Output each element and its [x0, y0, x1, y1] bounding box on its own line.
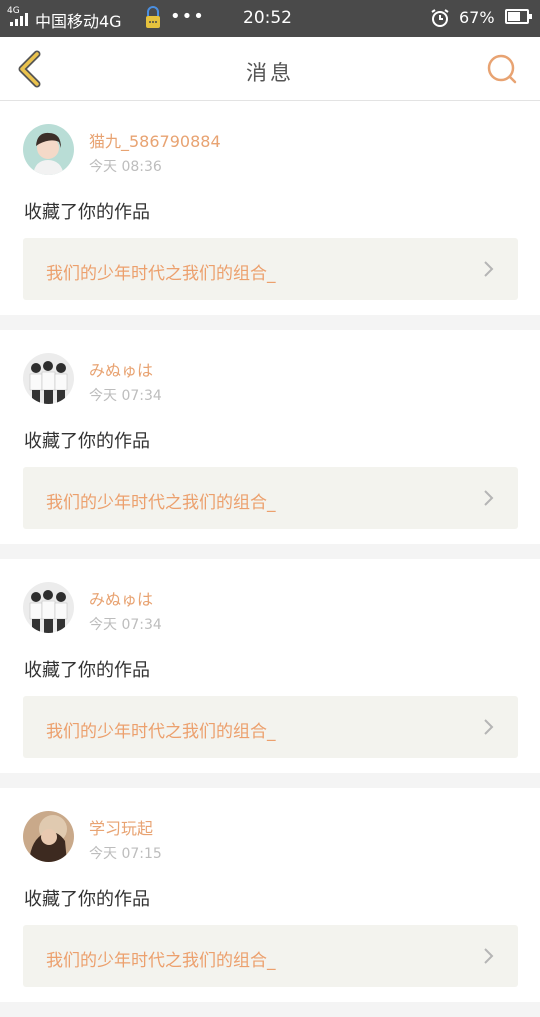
timestamp: 今天 08:36: [89, 159, 162, 175]
avatar[interactable]: [23, 124, 74, 175]
timestamp: 今天 07:34: [89, 617, 162, 633]
message-list: 猫九_586790884 今天 08:36 收藏了你的作品 我们的少年时代之我们…: [0, 101, 540, 1017]
signal-icon: [10, 13, 28, 26]
username[interactable]: 猫九_586790884: [89, 128, 221, 152]
nav-bar: 消息: [0, 37, 540, 101]
avatar[interactable]: [23, 353, 74, 404]
work-title: 我们的少年时代之我们的组合_: [46, 722, 276, 742]
timestamp: 今天 07:15: [89, 846, 162, 862]
carrier-label: 中国移动4G: [35, 12, 122, 31]
chevron-right-icon: [484, 948, 494, 964]
action-text: 收藏了你的作品: [24, 202, 150, 223]
page-title: 消息: [246, 61, 294, 85]
avatar[interactable]: [23, 811, 74, 862]
work-link[interactable]: 我们的少年时代之我们的组合_: [23, 696, 518, 758]
username[interactable]: みぬゅは: [89, 586, 153, 610]
work-title: 我们的少年时代之我们的组合_: [46, 951, 276, 971]
message-card: 猫九_586790884 今天 08:36 收藏了你的作品 我们的少年时代之我们…: [0, 101, 540, 315]
message-card: みぬゅは 今天 07:34 收藏了你的作品 我们的少年时代之我们的组合_: [0, 559, 540, 773]
work-title: 我们的少年时代之我们的组合_: [46, 264, 276, 284]
username[interactable]: みぬゅは: [89, 357, 153, 381]
battery-icon: [505, 9, 532, 24]
lock-icon: [146, 6, 160, 28]
work-link[interactable]: 我们的少年时代之我们的组合_: [23, 238, 518, 300]
battery-percent: 67%: [459, 8, 495, 27]
action-text: 收藏了你的作品: [24, 660, 150, 681]
chevron-right-icon: [484, 261, 494, 277]
work-link[interactable]: 我们的少年时代之我们的组合_: [23, 467, 518, 529]
action-text: 收藏了你的作品: [24, 889, 150, 910]
search-icon[interactable]: [485, 52, 519, 86]
timestamp: 今天 07:34: [89, 388, 162, 404]
work-link[interactable]: 我们的少年时代之我们的组合_: [23, 925, 518, 987]
chevron-right-icon: [484, 719, 494, 735]
username[interactable]: 学习玩起: [89, 815, 153, 839]
more-icon: •••: [170, 6, 205, 27]
alarm-icon: [431, 9, 449, 27]
message-card: みぬゅは 今天 07:34 收藏了你的作品 我们的少年时代之我们的组合_: [0, 330, 540, 544]
action-text: 收藏了你的作品: [24, 431, 150, 452]
status-bar: 4G 中国移动4G ••• 20:52 67%: [0, 0, 540, 37]
clock: 20:52: [243, 8, 292, 28]
message-card: 学习玩起 今天 07:15 收藏了你的作品 我们的少年时代之我们的组合_: [0, 788, 540, 1002]
avatar[interactable]: [23, 582, 74, 633]
battery-fill: [508, 12, 521, 21]
chevron-right-icon: [484, 490, 494, 506]
work-title: 我们的少年时代之我们的组合_: [46, 493, 276, 513]
